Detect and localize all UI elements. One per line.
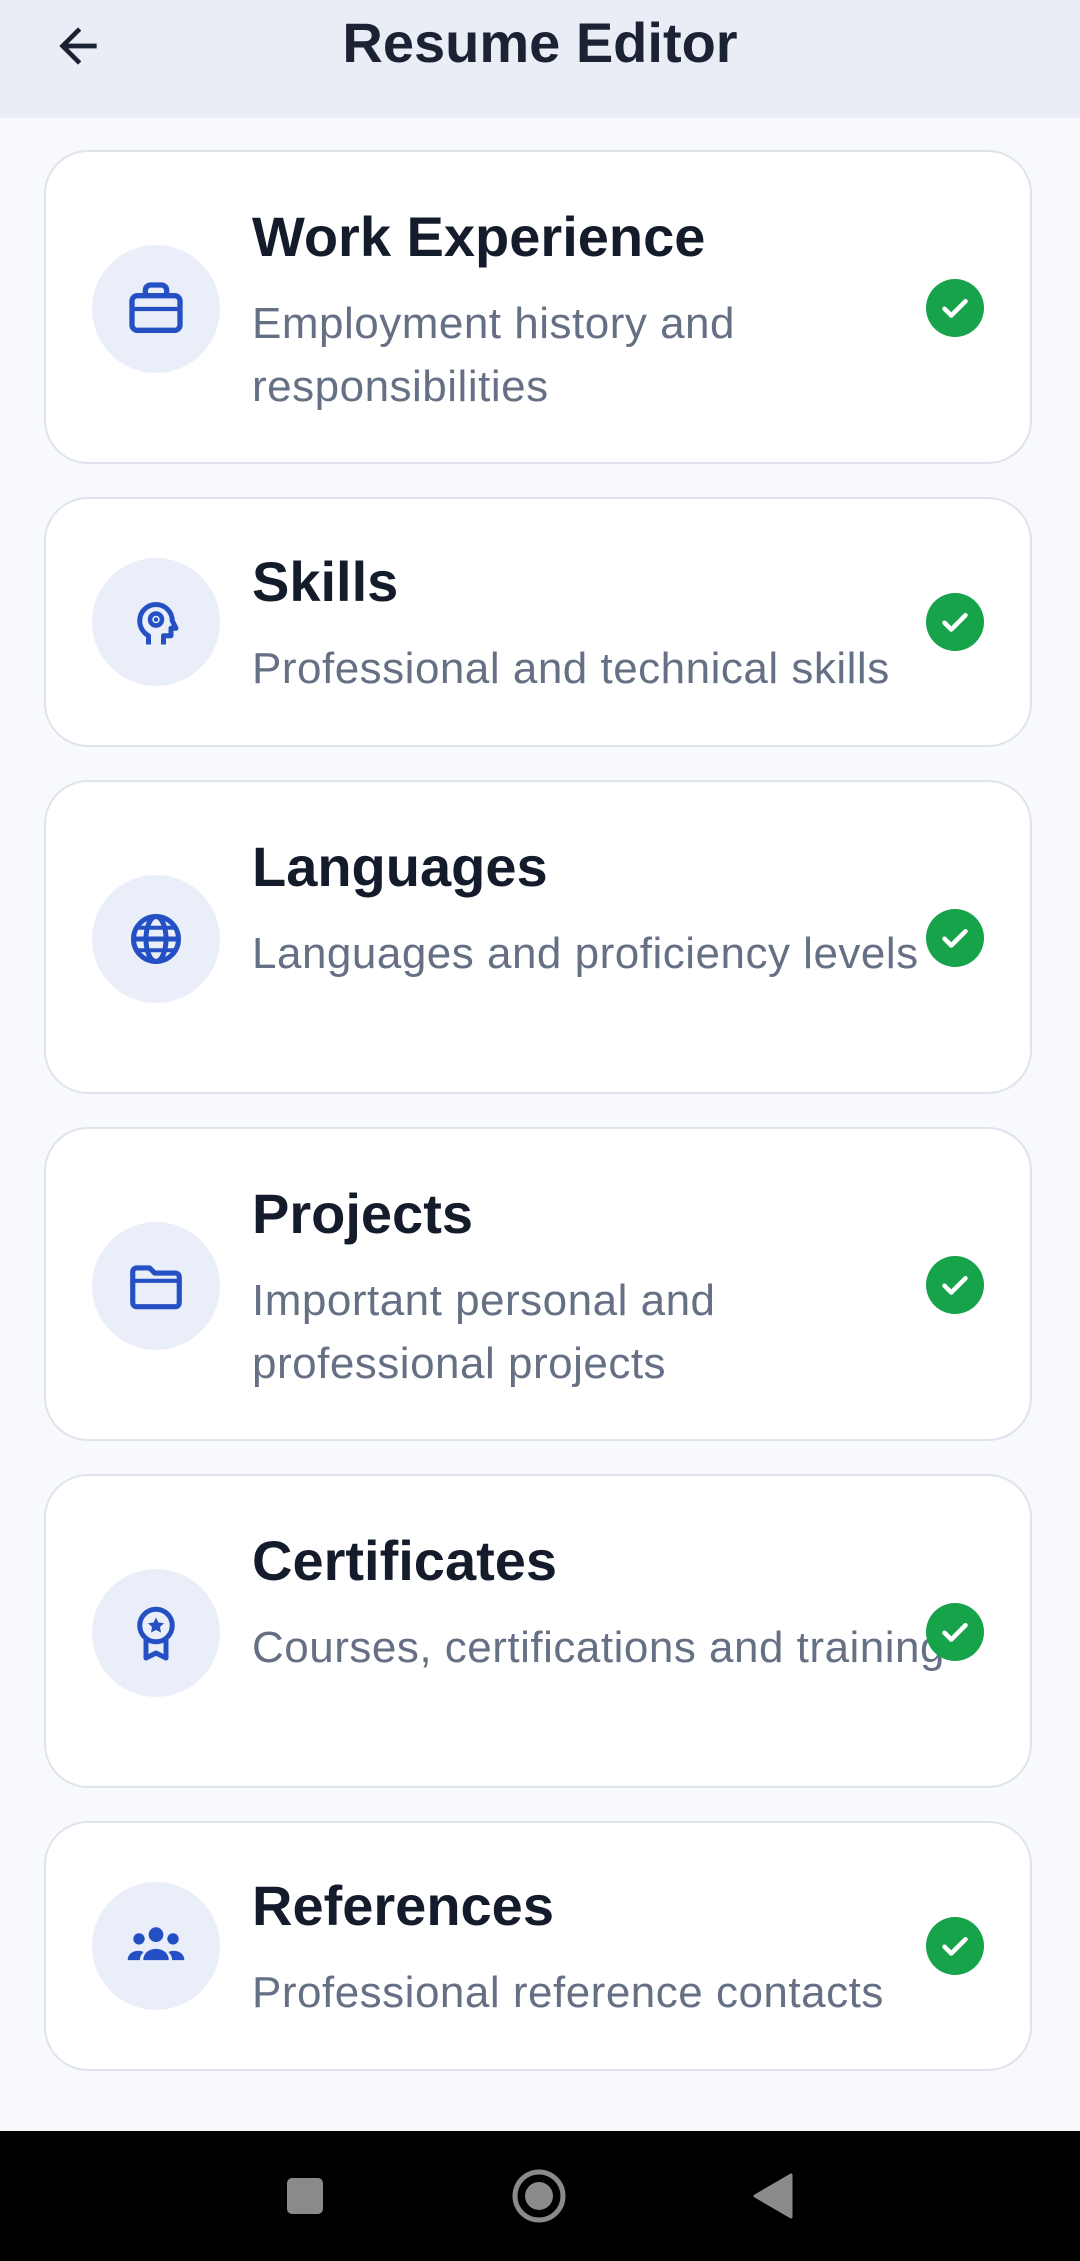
section-card-languages[interactable]: Languages Languages and proficiency leve… [44, 780, 1032, 1094]
square-icon [287, 2178, 323, 2214]
group-icon [127, 1927, 185, 1961]
section-card-projects[interactable]: Projects Important personal and professi… [44, 1127, 1032, 1441]
nav-back-button[interactable] [733, 2156, 813, 2236]
section-description: Languages and proficiency levels [252, 929, 919, 978]
globe-icon [131, 914, 181, 964]
check-circle-icon [926, 1917, 984, 1975]
check-circle-icon [926, 593, 984, 651]
circle-home-icon [512, 2169, 566, 2223]
section-card-skills[interactable]: Skills Professional and technical skills [44, 497, 1032, 747]
icon-container [92, 1882, 220, 2010]
system-nav-bar [0, 2131, 1080, 2261]
check-circle-icon [926, 279, 984, 337]
icon-container [92, 875, 220, 1003]
section-description: Courses, certifications and training [252, 1623, 945, 1672]
app-bar: Resume Editor [0, 0, 1080, 118]
briefcase-icon [129, 282, 183, 333]
section-card-references[interactable]: References Professional reference contac… [44, 1821, 1032, 2071]
icon-container [92, 558, 220, 686]
section-title: Languages [252, 835, 548, 898]
check-circle-icon [926, 1603, 984, 1661]
check-circle-icon [926, 909, 984, 967]
section-title: Work Experience [252, 205, 706, 268]
head-gear-icon [137, 602, 179, 645]
icon-container [92, 1569, 220, 1697]
section-description: Important personal and professional proj… [252, 1276, 716, 1388]
award-icon [137, 1606, 175, 1661]
section-title: Skills [252, 550, 399, 613]
section-title: Certificates [252, 1529, 558, 1592]
icon-container [92, 1222, 220, 1350]
section-title: References [252, 1874, 554, 1937]
section-description: Professional reference contacts [252, 1968, 884, 2017]
folder-icon [130, 1265, 182, 1310]
recents-button[interactable] [265, 2156, 345, 2236]
section-description: Employment history and responsibilities [252, 299, 735, 411]
check-circle-icon [926, 1256, 984, 1314]
section-card-work-experience[interactable]: Work Experience Employment history and r… [44, 150, 1032, 464]
page-title: Resume Editor [342, 11, 738, 74]
triangle-back-icon [753, 2173, 793, 2219]
home-button[interactable] [499, 2156, 579, 2236]
icon-container [92, 245, 220, 373]
section-description: Professional and technical skills [252, 644, 890, 693]
section-title: Projects [252, 1182, 473, 1245]
section-card-certificates[interactable]: Certificates Courses, certifications and… [44, 1474, 1032, 1788]
